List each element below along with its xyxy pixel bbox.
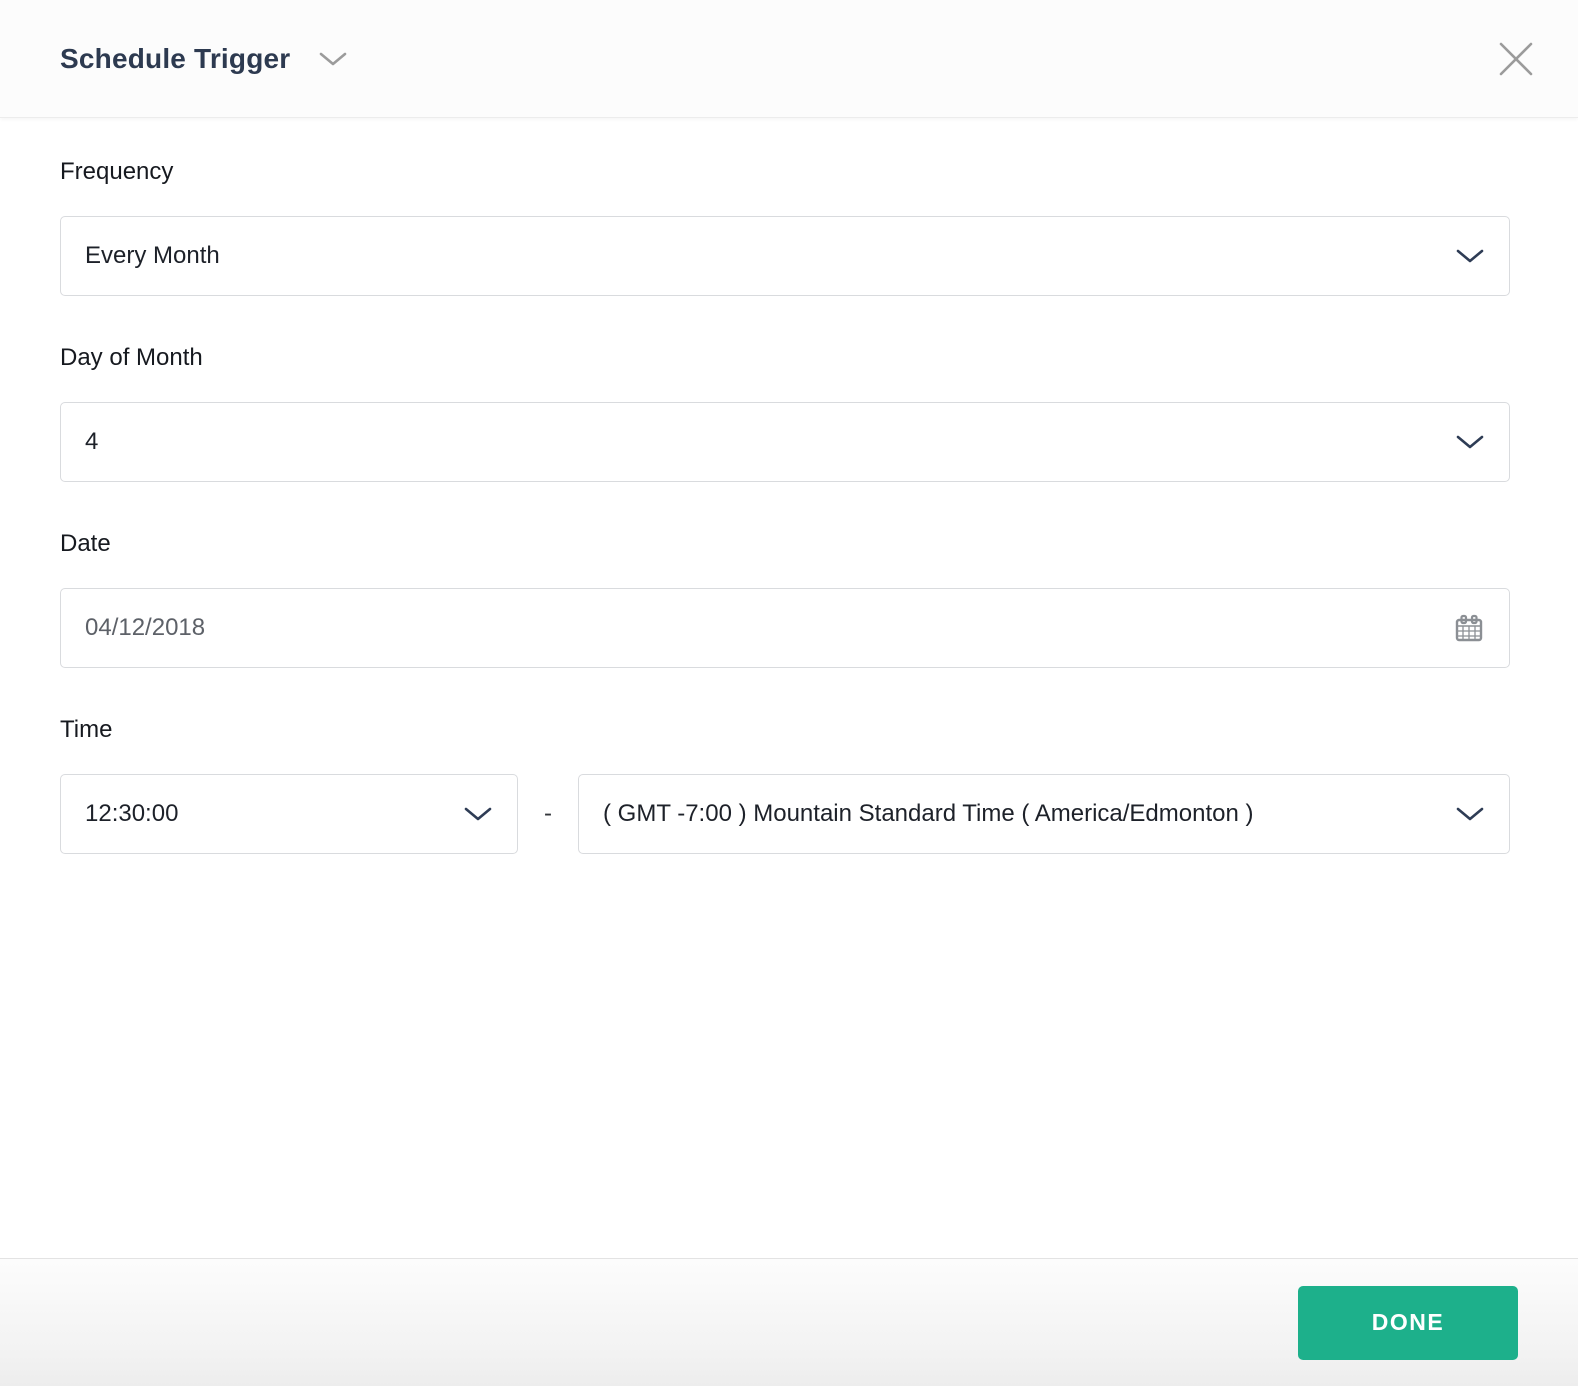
date-label: Date bbox=[60, 530, 111, 557]
title-chevron-down-icon[interactable] bbox=[318, 50, 348, 68]
time-section: Time 12:30:00 - ( GMT -7:00 ) Mountain S… bbox=[60, 716, 1510, 854]
frequency-label: Frequency bbox=[60, 158, 174, 185]
chevron-down-icon bbox=[1455, 433, 1485, 451]
schedule-trigger-modal: Schedule Trigger Frequency Every Month D… bbox=[0, 0, 1578, 1386]
date-section: Date 04/12/2018 bbox=[60, 530, 1510, 668]
chevron-down-icon bbox=[1455, 247, 1485, 265]
frequency-value: Every Month bbox=[85, 242, 220, 269]
date-input[interactable]: 04/12/2018 bbox=[60, 588, 1510, 668]
timezone-select[interactable]: ( GMT -7:00 ) Mountain Standard Time ( A… bbox=[578, 774, 1510, 854]
frequency-select[interactable]: Every Month bbox=[60, 216, 1510, 296]
modal-header: Schedule Trigger bbox=[0, 0, 1578, 118]
close-icon[interactable] bbox=[1492, 35, 1540, 83]
done-button[interactable]: DONE bbox=[1298, 1285, 1518, 1360]
page-title: Schedule Trigger bbox=[60, 42, 291, 74]
date-value: 04/12/2018 bbox=[85, 614, 206, 641]
day-of-month-section: Day of Month 4 bbox=[60, 344, 1510, 482]
chevron-down-icon bbox=[463, 805, 493, 823]
day-of-month-value: 4 bbox=[85, 428, 99, 455]
time-separator: - bbox=[544, 800, 552, 827]
timezone-value: ( GMT -7:00 ) Mountain Standard Time ( A… bbox=[603, 800, 1254, 827]
frequency-section: Frequency Every Month bbox=[60, 158, 1510, 296]
chevron-down-icon bbox=[1455, 805, 1485, 823]
time-row: 12:30:00 - ( GMT -7:00 ) Mountain Standa… bbox=[60, 774, 1510, 854]
day-of-month-label: Day of Month bbox=[60, 344, 203, 371]
modal-footer: DONE bbox=[0, 1258, 1578, 1386]
time-select[interactable]: 12:30:00 bbox=[60, 774, 518, 854]
modal-body: Frequency Every Month Day of Month 4 Dat… bbox=[0, 118, 1578, 1258]
time-value: 12:30:00 bbox=[85, 800, 179, 827]
calendar-icon[interactable] bbox=[1453, 612, 1485, 644]
time-label: Time bbox=[60, 716, 113, 743]
day-of-month-select[interactable]: 4 bbox=[60, 402, 1510, 482]
